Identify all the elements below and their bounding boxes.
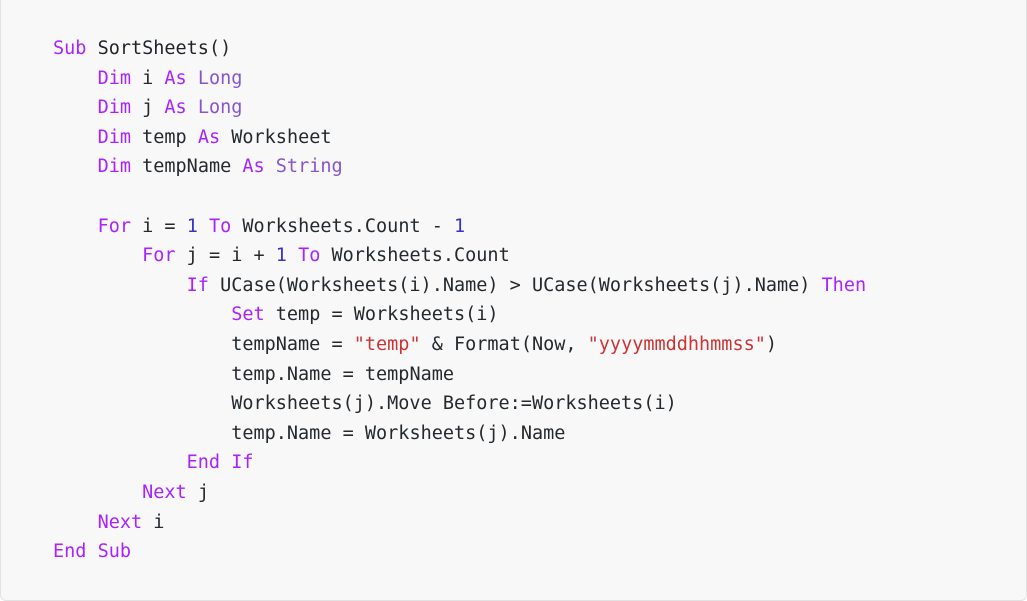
code-line-16: Next j xyxy=(53,478,1026,508)
string-literal: "yyyymmddhhmmss" xyxy=(587,333,766,355)
operator-assign: = xyxy=(342,363,354,385)
loop-variable: i xyxy=(142,215,154,237)
parens: () xyxy=(208,38,232,59)
keyword-next: Next xyxy=(142,481,187,503)
assign-value: Worksheets(i) xyxy=(353,304,499,326)
code-line-7: For i = 1 To Worksheets.Count - 1 xyxy=(53,212,1026,242)
expression: Worksheets.Count xyxy=(331,245,510,267)
type-name: Long xyxy=(197,97,243,119)
keyword-sub: Sub xyxy=(53,38,87,59)
keyword-dim: Dim xyxy=(97,156,131,178)
code-line-9: If UCase(Worksheets(i).Name) > UCase(Wor… xyxy=(53,271,1026,301)
expression-right: UCase(Worksheets(j).Name) xyxy=(531,274,811,296)
operator-plus: + xyxy=(253,245,265,267)
operator-assign: = xyxy=(164,215,176,237)
keyword-as: As xyxy=(164,97,187,119)
variable-name: tempName xyxy=(142,156,232,178)
code-line-1: Sub SortSheets() xyxy=(53,34,1026,64)
code-line-3: Dim j As Long xyxy=(53,93,1026,123)
operator-assign: = xyxy=(331,333,343,355)
code-line-12: temp.Name = tempName xyxy=(53,360,1026,390)
type-name: Long xyxy=(197,67,243,89)
code-line-8: For j = i + 1 To Worksheets.Count xyxy=(53,241,1026,271)
code-line-4: Dim temp As Worksheet xyxy=(53,123,1026,153)
variable-name: temp xyxy=(142,126,187,148)
operator-assign: = xyxy=(208,245,221,267)
keyword-for: For xyxy=(142,245,176,267)
keyword-end: End xyxy=(186,452,221,474)
code-line-18: End Sub xyxy=(53,537,1026,567)
keyword-as: As xyxy=(242,156,265,178)
keyword-dim: Dim xyxy=(97,97,131,119)
code-line-15: End If xyxy=(53,448,1026,478)
loop-variable: j xyxy=(197,481,209,503)
assign-target: temp.Name xyxy=(231,422,332,444)
code-line-10: Set temp = Worksheets(i) xyxy=(53,300,1026,330)
code-line-13: Worksheets(j).Move Before:=Worksheets(i) xyxy=(53,389,1026,419)
operator-greater-than: > xyxy=(509,274,521,296)
code-line-5: Dim tempName As String xyxy=(53,152,1026,182)
keyword-to: To xyxy=(208,215,232,237)
expression: Worksheets.Count xyxy=(242,215,421,237)
number-literal: 1 xyxy=(454,215,466,237)
expression-left: UCase(Worksheets(i).Name) xyxy=(220,274,499,296)
code-line-2: Dim i As Long xyxy=(53,64,1026,94)
assign-target: temp.Name xyxy=(231,363,332,385)
assign-target: temp xyxy=(275,304,321,326)
operator-minus: - xyxy=(431,215,443,237)
string-literal: "temp" xyxy=(353,333,421,355)
keyword-sub: Sub xyxy=(97,541,131,563)
keyword-if: If xyxy=(186,274,209,296)
operator-concat: & xyxy=(431,333,443,355)
function-call-close: ) xyxy=(765,333,778,355)
number-literal: 1 xyxy=(186,215,198,237)
function-call-open: Format(Now, xyxy=(454,333,588,355)
keyword-dim: Dim xyxy=(97,67,131,89)
code-line-11: tempName = "temp" & Format(Now, "yyyymmd… xyxy=(53,330,1026,360)
assign-value: tempName xyxy=(364,363,454,385)
code-line-17: Next i xyxy=(53,508,1026,538)
number-literal: 1 xyxy=(275,245,287,267)
keyword-end: End xyxy=(53,541,87,563)
procedure-name: SortSheets xyxy=(97,38,209,59)
code-block: Sub SortSheets() Dim i As Long Dim j As … xyxy=(0,0,1027,601)
keyword-for: For xyxy=(97,215,131,237)
keyword-set: Set xyxy=(231,304,265,326)
keyword-dim: Dim xyxy=(97,126,131,148)
keyword-if: If xyxy=(231,452,254,474)
type-name: Worksheet xyxy=(231,126,332,148)
vba-code-listing[interactable]: Sub SortSheets() Dim i As Long Dim j As … xyxy=(53,34,1026,567)
keyword-then: Then xyxy=(821,274,867,296)
assign-value: Worksheets(j).Name xyxy=(364,422,566,444)
keyword-as: As xyxy=(164,67,187,89)
variable-name: i xyxy=(231,245,243,267)
operator-assign: = xyxy=(331,304,343,326)
keyword-as: As xyxy=(197,126,221,148)
type-name: String xyxy=(275,156,343,178)
variable-name: i xyxy=(142,67,154,89)
variable-name: j xyxy=(142,97,154,119)
loop-variable: j xyxy=(186,245,198,267)
loop-variable: i xyxy=(153,511,165,533)
code-line-6-blank xyxy=(53,182,1026,212)
statement-expression: Worksheets(j).Move Before:=Worksheets(i) xyxy=(231,393,677,415)
assign-target: tempName xyxy=(231,333,321,355)
keyword-to: To xyxy=(298,245,321,267)
code-line-14: temp.Name = Worksheets(j).Name xyxy=(53,419,1026,449)
operator-assign: = xyxy=(342,422,354,444)
keyword-next: Next xyxy=(97,511,143,533)
